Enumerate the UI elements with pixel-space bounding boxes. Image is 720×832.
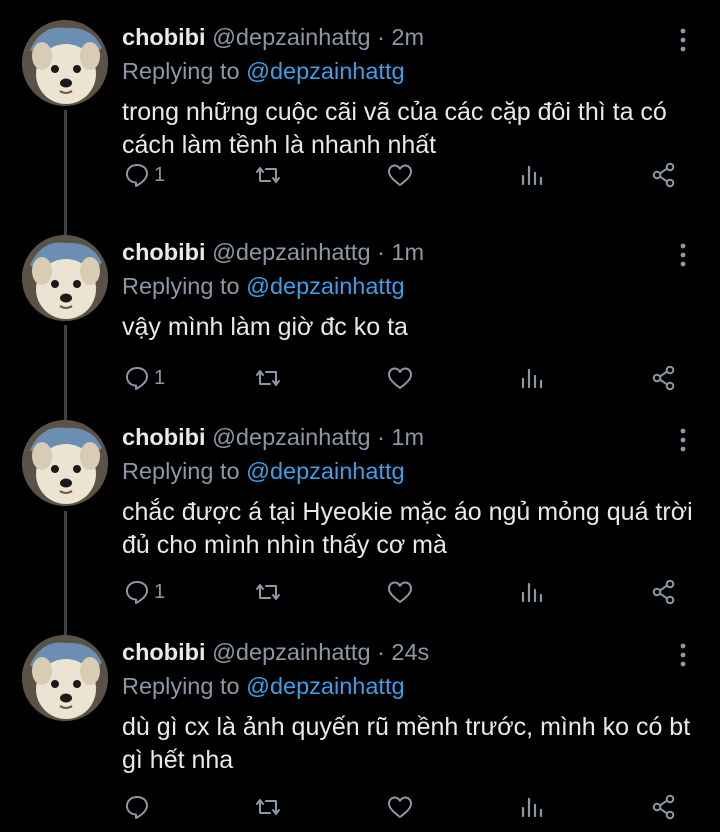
tweet-text: dù gì cx là ảnh quyến rũ mềnh trước, mìn…: [122, 713, 691, 774]
heart-icon: [386, 365, 414, 391]
heart-icon: [386, 162, 414, 188]
display-name[interactable]: chobibi: [122, 239, 206, 265]
user-handle[interactable]: @depzainhattg: [212, 239, 370, 265]
replying-to: Replying to @depzainhattg: [122, 56, 405, 86]
replying-to-label: Replying to: [122, 673, 240, 699]
separator: ·: [377, 239, 385, 265]
tweet-header: chobibi @depzainhattg · 24s: [122, 637, 429, 667]
retweet-button[interactable]: [254, 157, 282, 193]
retweet-icon: [254, 162, 282, 188]
more-vertical-icon[interactable]: [674, 426, 692, 454]
share-button[interactable]: [650, 157, 678, 193]
avatar[interactable]: [22, 635, 108, 721]
timestamp[interactable]: 1m: [391, 239, 424, 265]
reply-button[interactable]: 1: [124, 574, 165, 610]
retweet-button[interactable]: [254, 574, 282, 610]
replying-to: Replying to @depzainhattg: [122, 271, 405, 301]
analytics-icon: [520, 365, 544, 391]
dog-avatar-image: [22, 235, 108, 321]
tweet-text: chắc được á tại Hyeokie mặc áo ngủ mỏng …: [122, 498, 693, 559]
reply-count: 1: [154, 163, 166, 186]
heart-icon: [386, 794, 414, 820]
replying-to-handle[interactable]: @depzainhattg: [246, 458, 404, 484]
reply-icon: [124, 794, 150, 820]
retweet-icon: [254, 794, 282, 820]
user-handle[interactable]: @depzainhattg: [212, 639, 370, 665]
retweet-button[interactable]: [254, 789, 282, 825]
reply-count: 1: [154, 366, 166, 389]
retweet-icon: [254, 365, 282, 391]
replying-to: Replying to @depzainhattg: [122, 671, 405, 701]
tweet-actions: 1: [0, 574, 720, 610]
tweet[interactable]: chobibi @depzainhattg · 1m Replying to @…: [0, 215, 720, 415]
tweet[interactable]: chobibi @depzainhattg · 1m Replying to @…: [0, 400, 720, 605]
heart-icon: [386, 579, 414, 605]
display-name[interactable]: chobibi: [122, 24, 206, 50]
timestamp[interactable]: 2m: [391, 24, 424, 50]
replying-to-label: Replying to: [122, 58, 240, 84]
share-icon: [650, 793, 678, 821]
user-handle[interactable]: @depzainhattg: [212, 24, 370, 50]
tweet[interactable]: chobibi @depzainhattg · 2m Replying to @…: [0, 0, 720, 200]
analytics-button[interactable]: [520, 157, 544, 193]
more-vertical-icon[interactable]: [674, 26, 692, 54]
reply-button[interactable]: 1: [124, 157, 165, 193]
tweet-header: chobibi @depzainhattg · 1m: [122, 422, 424, 452]
share-button[interactable]: [650, 360, 678, 396]
share-button[interactable]: [650, 574, 678, 610]
dog-avatar-image: [22, 420, 108, 506]
share-icon: [650, 364, 678, 392]
tweet-header: chobibi @depzainhattg · 1m: [122, 237, 424, 267]
share-icon: [650, 161, 678, 189]
dog-avatar-image: [22, 20, 108, 106]
reply-icon: [124, 162, 150, 188]
analytics-icon: [520, 162, 544, 188]
more-vertical-icon[interactable]: [674, 241, 692, 269]
analytics-button[interactable]: [520, 574, 544, 610]
tweet-text: trong những cuộc cãi vã của các cặp đôi …: [122, 98, 667, 159]
analytics-icon: [520, 794, 544, 820]
timestamp[interactable]: 1m: [391, 424, 424, 450]
replying-to-handle[interactable]: @depzainhattg: [246, 58, 404, 84]
separator: ·: [377, 424, 385, 450]
share-button[interactable]: [650, 789, 678, 825]
share-icon: [650, 578, 678, 606]
retweet-button[interactable]: [254, 360, 282, 396]
display-name[interactable]: chobibi: [122, 639, 206, 665]
user-handle[interactable]: @depzainhattg: [212, 424, 370, 450]
reply-button[interactable]: 1: [124, 360, 165, 396]
display-name[interactable]: chobibi: [122, 424, 206, 450]
avatar[interactable]: [22, 420, 108, 506]
analytics-icon: [520, 579, 544, 605]
replying-to-handle[interactable]: @depzainhattg: [246, 673, 404, 699]
reply-count: 1: [154, 580, 166, 603]
reply-icon: [124, 579, 150, 605]
dog-avatar-image: [22, 635, 108, 721]
separator: ·: [377, 639, 385, 665]
like-button[interactable]: [386, 360, 414, 396]
tweet-header: chobibi @depzainhattg · 2m: [122, 22, 424, 52]
analytics-button[interactable]: [520, 789, 544, 825]
like-button[interactable]: [386, 574, 414, 610]
tweet-actions: [0, 789, 720, 825]
like-button[interactable]: [386, 789, 414, 825]
like-button[interactable]: [386, 157, 414, 193]
reply-icon: [124, 365, 150, 391]
avatar[interactable]: [22, 235, 108, 321]
tweet-actions: 1: [0, 157, 720, 193]
tweet-actions: 1: [0, 360, 720, 396]
avatar[interactable]: [22, 20, 108, 106]
replying-to-handle[interactable]: @depzainhattg: [246, 273, 404, 299]
reply-button[interactable]: [124, 789, 154, 825]
more-vertical-icon[interactable]: [674, 641, 692, 669]
timestamp[interactable]: 24s: [391, 639, 429, 665]
replying-to: Replying to @depzainhattg: [122, 456, 405, 486]
replying-to-label: Replying to: [122, 273, 240, 299]
analytics-button[interactable]: [520, 360, 544, 396]
tweet-text: vậy mình làm giờ đc ko ta: [122, 313, 408, 341]
replying-to-label: Replying to: [122, 458, 240, 484]
retweet-icon: [254, 579, 282, 605]
separator: ·: [377, 24, 385, 50]
tweet[interactable]: chobibi @depzainhattg · 24s Replying to …: [0, 615, 720, 832]
